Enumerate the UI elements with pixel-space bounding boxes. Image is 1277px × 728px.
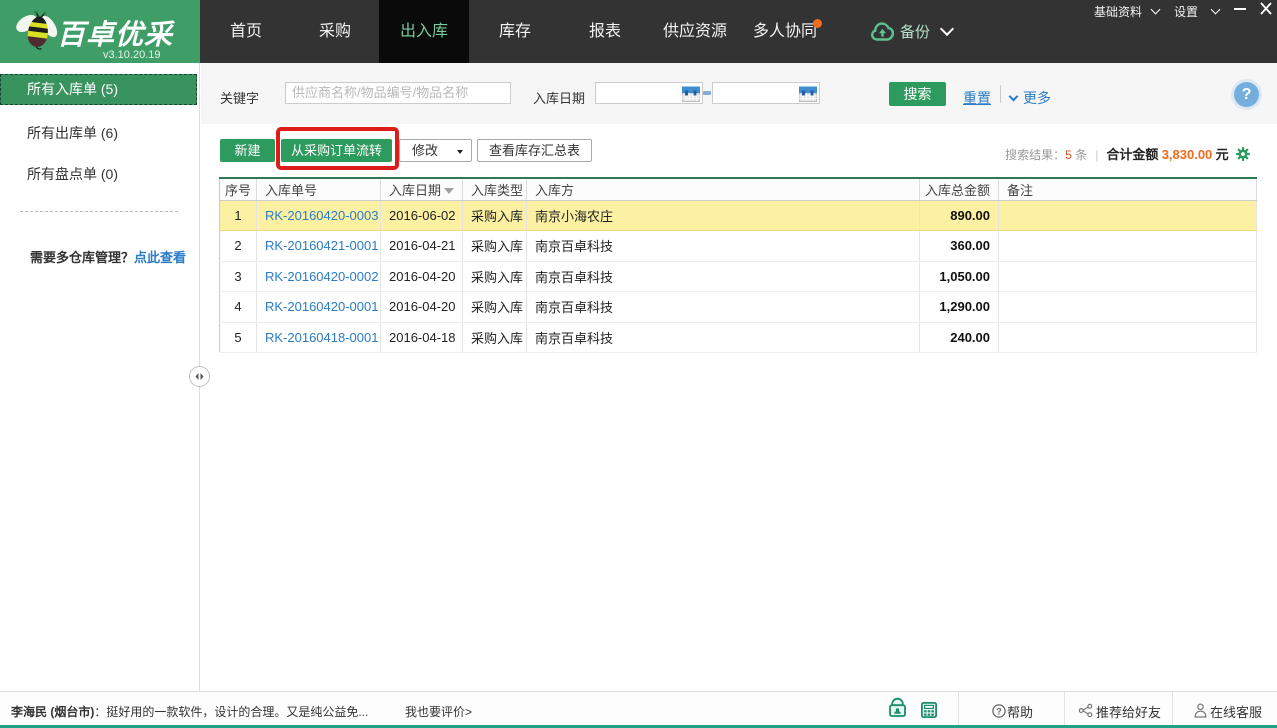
- svg-text:?: ?: [996, 706, 1002, 716]
